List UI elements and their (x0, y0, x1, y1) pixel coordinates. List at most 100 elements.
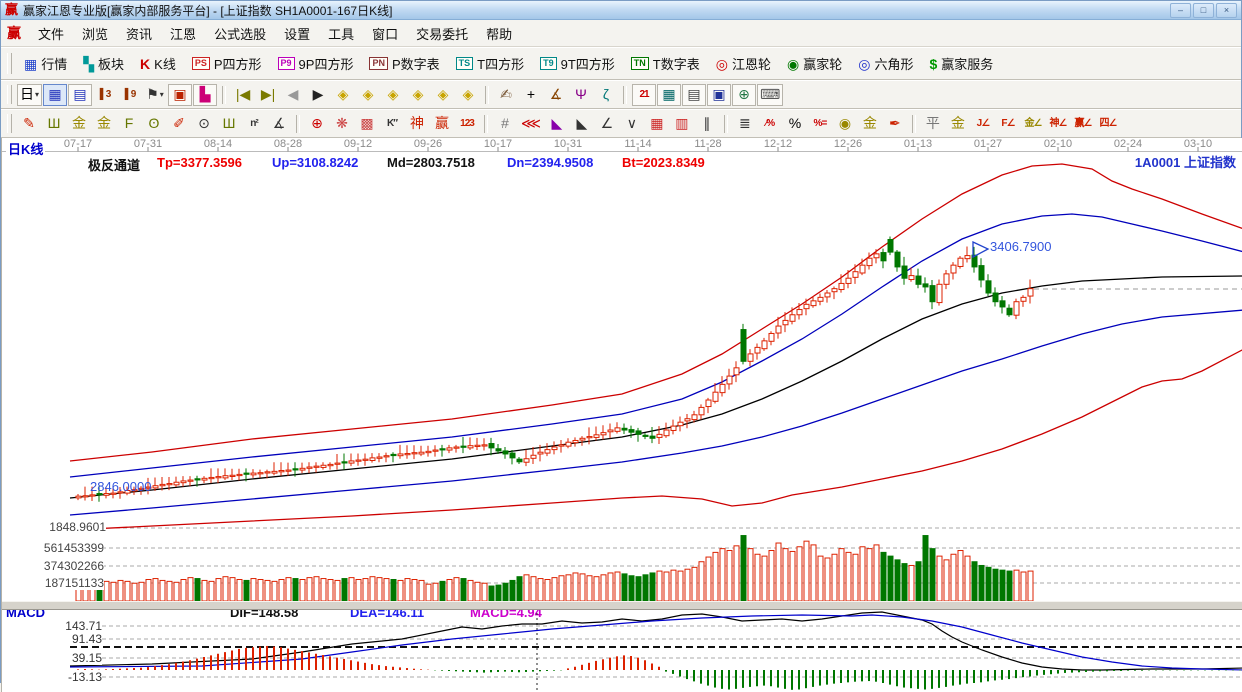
toolbar-sectors-button[interactable]: ▚ 板块 (76, 51, 131, 76)
computer-button[interactable]: ⌨ (757, 83, 784, 106)
tool-web-grid[interactable]: ▩ (355, 113, 379, 135)
tool-ruler-123[interactable]: 123 (455, 113, 479, 135)
tool-count[interactable]: ≣ (733, 113, 757, 135)
chart-area[interactable]: 日K线 07-17 07-31 08-14 08-28 09-12 09-26 10-17 1… (1, 138, 1242, 692)
toolbar-winner-wheel-button[interactable]: ◉ 赢家轮 (780, 51, 849, 76)
tool-gold-angle[interactable]: 金∠ (1021, 113, 1045, 135)
info-doc-button[interactable]: ▤ (68, 83, 93, 106)
tool-angle[interactable]: ∡ (267, 113, 291, 135)
last-page-button[interactable]: ▶| (256, 84, 280, 106)
toolbar-p-square-button[interactable]: PS P四方形 (185, 51, 269, 76)
save-button[interactable]: ▣ (707, 83, 732, 106)
tool-f-grid[interactable]: F (117, 113, 141, 135)
menu-item-文件[interactable]: 文件 (29, 21, 73, 46)
period-day-button[interactable]: 日 ▾ (17, 83, 43, 106)
tool-f-angle[interactable]: F∠ (996, 113, 1020, 135)
compress-h-button[interactable]: ◈ (406, 84, 430, 106)
panel-separator[interactable] (2, 601, 1242, 610)
bars-9-button[interactable]: ▌9 (118, 84, 142, 106)
compass-tool-button[interactable]: ∡ (544, 84, 568, 106)
web-save-button[interactable]: ⊕ (732, 83, 757, 106)
move-diamond-button[interactable]: ◈ (456, 84, 480, 106)
menu-item-资讯[interactable]: 资讯 (117, 21, 161, 46)
tool-parallel[interactable]: ∥ (695, 113, 719, 135)
tool-gold-circle[interactable]: ◉ (833, 113, 857, 135)
minimize-button[interactable]: – (1170, 2, 1191, 18)
toolbar-kline-button[interactable]: K K线 (133, 51, 183, 76)
calendar-button[interactable]: 21 (632, 83, 657, 106)
tool-brush[interactable]: ✎ (17, 113, 41, 135)
prev-button[interactable]: ◀ (281, 84, 305, 106)
toolbar-quotes-button[interactable]: ▦ 行情 (17, 51, 74, 76)
flag-button[interactable]: ⚑ ▾ (143, 84, 167, 106)
menu-item-帮助[interactable]: 帮助 (477, 21, 521, 46)
pattern-frame-button[interactable]: ▣ (168, 83, 193, 106)
menu-item-江恩[interactable]: 江恩 (161, 21, 205, 46)
wave-tool-button[interactable]: ζ (594, 84, 618, 106)
tool-k-rail[interactable]: K″ (380, 113, 404, 135)
tool-gold-grid-2[interactable]: 金 (92, 113, 116, 135)
menu-item-交易委托[interactable]: 交易委托 (407, 21, 477, 46)
tool-n2[interactable]: n² (242, 113, 266, 135)
toolbar-hexagon-button[interactable]: ◎ 六角形 (851, 51, 920, 76)
toolbar-9p-square-button[interactable]: P9 9P四方形 (271, 51, 361, 76)
tool-line-angle[interactable]: ∠ (595, 113, 619, 135)
toolbar-p-table-button[interactable]: PN P数字表 (362, 51, 446, 76)
tool-gold-u[interactable]: 金 (946, 113, 970, 135)
tool-web[interactable]: ❋ (330, 113, 354, 135)
tool-pct-strike[interactable]: ∕% (758, 113, 782, 135)
histogram-button[interactable]: ▙ (193, 83, 218, 106)
tool-box-fan-2[interactable]: ◣ (570, 113, 594, 135)
notes-button[interactable]: ▤ (682, 83, 707, 106)
menu-item-设置[interactable]: 设置 (275, 21, 319, 46)
menu-item-公式选股[interactable]: 公式选股 (205, 21, 275, 46)
menu-item-窗口[interactable]: 窗口 (363, 21, 407, 46)
tool-comb-2[interactable]: Ш (217, 113, 241, 135)
tool-ping[interactable]: 平 (921, 113, 945, 135)
first-page-button[interactable]: |◀ (231, 84, 255, 106)
zoom-right-button[interactable]: ◈ (356, 84, 380, 106)
tool-grid-red[interactable]: ▦ (645, 113, 669, 135)
tool-comb[interactable]: Ш (42, 113, 66, 135)
menu-item-工具[interactable]: 工具 (319, 21, 363, 46)
tool-fan-red[interactable]: ⋘ (518, 113, 544, 135)
crosshair-tool-button[interactable]: + (519, 84, 543, 106)
star-diamond-button[interactable]: ◈ (431, 84, 455, 106)
tool-ying-angle[interactable]: 赢∠ (1071, 113, 1095, 135)
tool-shen[interactable]: 神 (405, 113, 429, 135)
tool-frame[interactable]: # (493, 113, 517, 135)
toolbar-t-square-button[interactable]: TS T四方形 (449, 51, 531, 76)
toolbar-gann-wheel-button[interactable]: ◎ 江恩轮 (709, 51, 778, 76)
toolbar-t-table-button[interactable]: TN T数字表 (624, 51, 707, 76)
tool-cycle-circle[interactable]: ⊙ (192, 113, 216, 135)
last-page-button-icon: ▶| (260, 86, 276, 102)
expand-h-button[interactable]: ◈ (381, 84, 405, 106)
tool-pen[interactable]: ✐ (167, 113, 191, 135)
tool-gold-grid-1[interactable]: 金 (67, 113, 91, 135)
tool-ying[interactable]: 赢 (430, 113, 454, 135)
tool-pct-line[interactable]: %= (808, 113, 832, 135)
maximize-button[interactable]: □ (1193, 2, 1214, 18)
tool-check-angle[interactable]: ∨ (620, 113, 644, 135)
toolbar-winner-service-button[interactable]: $ 赢家服务 (922, 51, 1000, 76)
close-button[interactable]: × (1216, 2, 1237, 18)
tool-target[interactable]: ⊕ (305, 113, 329, 135)
tool-grid-col[interactable]: ▥ (670, 113, 694, 135)
gann-tool-button[interactable]: Ψ (569, 84, 593, 106)
menu-item-浏览[interactable]: 浏览 (73, 21, 117, 46)
tool-spiral[interactable]: ʘ (142, 113, 166, 135)
tool-box-fan[interactable]: ◣ (545, 113, 569, 135)
tool-si-angle[interactable]: 四∠ (1096, 113, 1120, 135)
next-button[interactable]: ▶ (306, 84, 330, 106)
tool-percent[interactable]: % (783, 113, 807, 135)
toolbar-9t-square-button[interactable]: T9 9T四方形 (533, 51, 622, 76)
bars-3-button[interactable]: ▌3 (93, 84, 117, 106)
tool-ink-pen[interactable]: ✒ (883, 113, 907, 135)
tool-shen-angle[interactable]: 神∠ (1046, 113, 1070, 135)
calculator-button[interactable]: ▦ (657, 83, 682, 106)
tool-j-angle[interactable]: J∠ (971, 113, 995, 135)
tool-gold-line[interactable]: 金 (858, 113, 882, 135)
zoom-left-button[interactable]: ◈ (331, 84, 355, 106)
pattern-net-button[interactable]: ▦ (43, 83, 68, 106)
hand-tool-button[interactable]: ✍ (494, 84, 518, 106)
